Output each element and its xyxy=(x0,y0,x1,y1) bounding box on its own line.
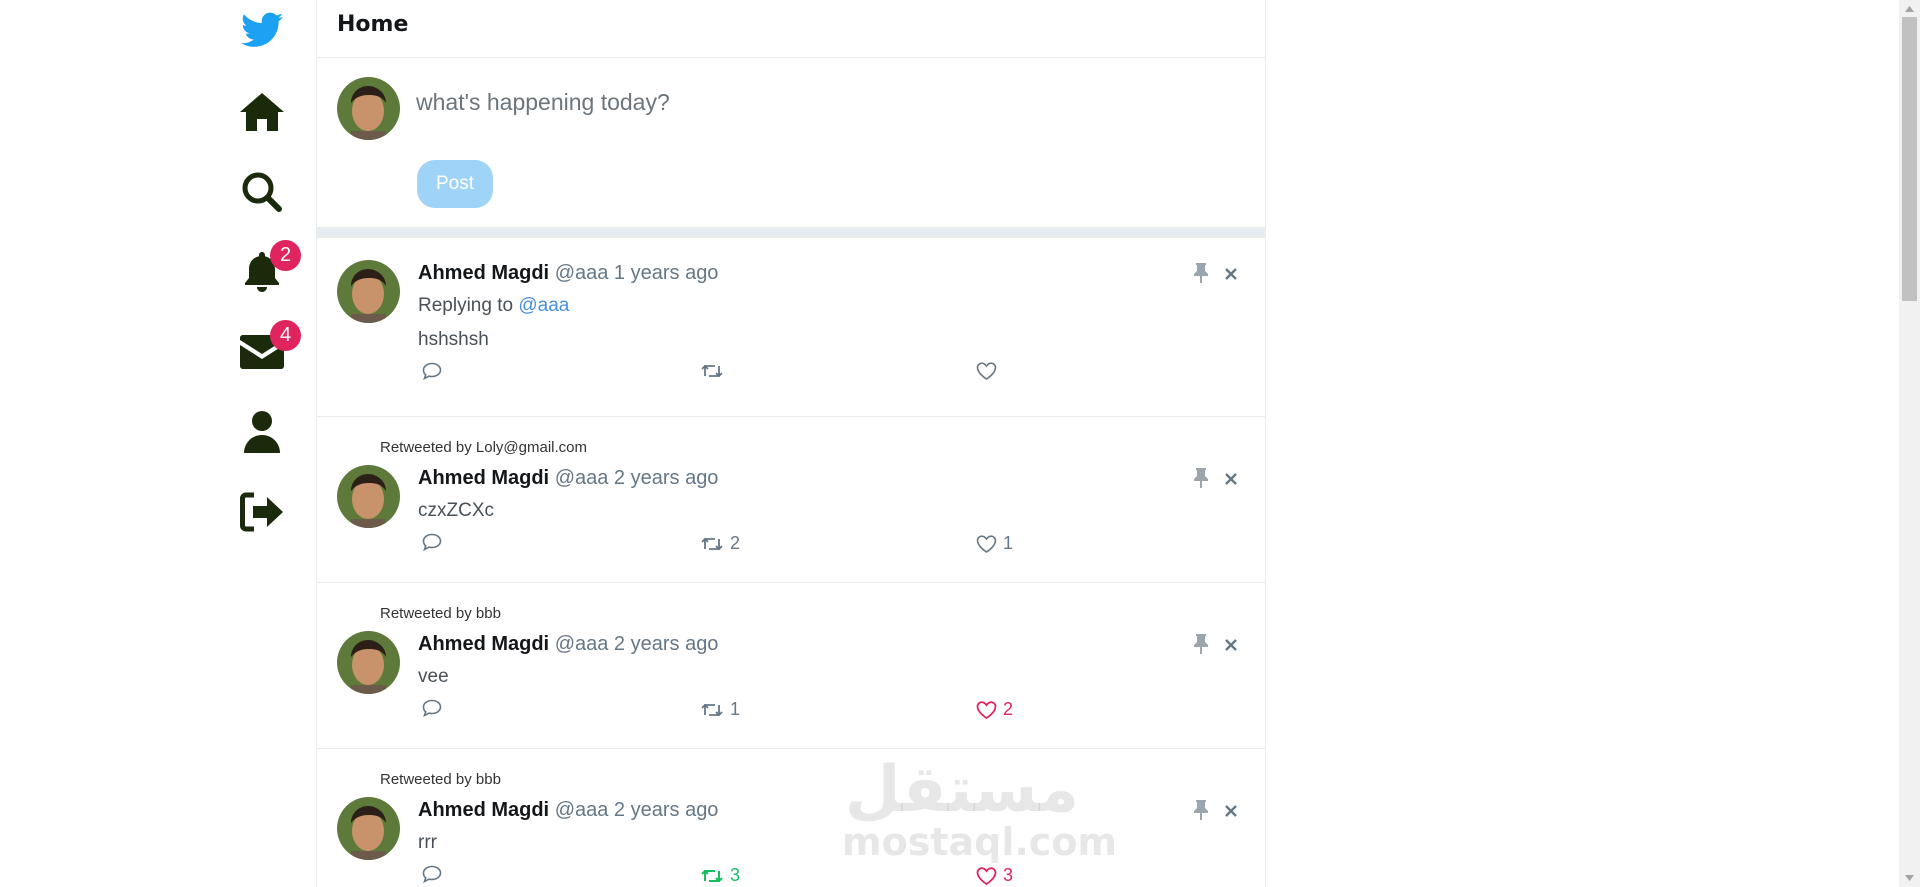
replying-to-link[interactable]: @aaa xyxy=(518,295,569,316)
replying-to: Replying to @aaa xyxy=(418,295,569,317)
nav-notifications[interactable]: 2 xyxy=(234,240,301,300)
heart-icon xyxy=(976,700,997,719)
tweet-time: 2 years ago xyxy=(613,799,719,821)
author-name[interactable]: Ahmed Magdi xyxy=(418,262,549,284)
notifications-badge: 2 xyxy=(270,240,301,271)
scroll-thumb[interactable] xyxy=(1902,17,1917,301)
heart-icon xyxy=(976,534,997,553)
author-handle: @aaa xyxy=(554,799,609,821)
author-handle: @aaa xyxy=(554,467,609,489)
comment-button[interactable] xyxy=(422,699,442,717)
retweeted-by: Retweeted by bbb xyxy=(380,771,501,788)
sign-out-icon xyxy=(240,492,283,532)
comment-icon xyxy=(422,533,442,551)
like-button[interactable]: 3 xyxy=(976,865,1013,886)
retweet-count: 1 xyxy=(730,699,741,719)
retweet-icon xyxy=(701,364,723,378)
tweet-time: 2 years ago xyxy=(613,467,719,489)
pin-icon[interactable] xyxy=(1191,263,1211,283)
avatar xyxy=(337,797,400,860)
like-count: 1 xyxy=(1003,533,1014,553)
close-icon[interactable] xyxy=(1221,801,1241,821)
like-count: 3 xyxy=(1003,865,1014,885)
page-scrollbar[interactable] xyxy=(1899,0,1920,887)
comment-icon xyxy=(422,699,442,717)
page-title: Home xyxy=(337,12,409,37)
retweet-icon xyxy=(701,869,723,882)
tweet-item[interactable]: Retweeted by bbb Ahmed Magdi @aaa 2 year… xyxy=(317,749,1265,887)
tweet-content: rrr xyxy=(418,832,437,853)
author-name[interactable]: Ahmed Magdi xyxy=(418,799,549,821)
retweet-button[interactable]: 2 xyxy=(700,533,740,554)
post-button[interactable]: Post xyxy=(417,160,493,208)
twitter-logo-icon[interactable] xyxy=(234,2,290,58)
nav-search[interactable] xyxy=(234,164,290,220)
tweet-header: Ahmed Magdi @aaa 2 years ago xyxy=(418,799,718,822)
replying-prefix: Replying to xyxy=(418,295,514,316)
tweet-item[interactable]: Retweeted by bbb Ahmed Magdi @aaa 2 year… xyxy=(317,583,1265,749)
tweet-time: 1 years ago xyxy=(613,262,719,284)
author-name[interactable]: Ahmed Magdi xyxy=(418,633,549,655)
tweet-item[interactable]: Ahmed Magdi @aaa 1 years ago Replying to… xyxy=(317,238,1265,417)
search-icon xyxy=(242,172,282,212)
nav-profile[interactable] xyxy=(234,404,290,460)
heart-icon xyxy=(976,866,997,885)
like-count: 2 xyxy=(1003,699,1014,719)
compose-box: Post xyxy=(317,58,1265,227)
avatar xyxy=(337,465,400,528)
comment-icon xyxy=(422,362,442,380)
tweet-content: czxZCXc xyxy=(418,500,494,521)
retweet-button[interactable] xyxy=(700,362,724,380)
home-icon xyxy=(240,93,284,131)
title-bar: Home xyxy=(317,0,1265,58)
compose-input[interactable] xyxy=(416,80,1236,124)
nav-logout[interactable] xyxy=(234,484,290,540)
retweeted-by: Retweeted by Loly@gmail.com xyxy=(380,439,587,456)
main-timeline: Home Post Ahmed Magdi @aaa 1 years ago R… xyxy=(316,0,1266,887)
nav-messages[interactable]: 4 xyxy=(234,320,301,380)
close-icon[interactable] xyxy=(1221,264,1241,284)
comment-button[interactable] xyxy=(422,362,442,380)
like-button[interactable]: 2 xyxy=(976,699,1013,720)
close-icon[interactable] xyxy=(1221,635,1241,655)
like-button[interactable]: 1 xyxy=(976,533,1013,554)
retweet-icon xyxy=(701,703,723,716)
tweet-content: vee xyxy=(418,666,449,687)
pin-icon[interactable] xyxy=(1191,468,1211,488)
nav-home[interactable] xyxy=(234,84,290,140)
pin-icon[interactable] xyxy=(1191,634,1211,654)
retweet-count: 2 xyxy=(730,533,741,553)
heart-icon xyxy=(976,362,997,380)
avatar xyxy=(337,631,400,694)
tweet-time: 2 years ago xyxy=(613,633,719,655)
scroll-down-arrow-icon[interactable] xyxy=(1904,873,1915,883)
avatar xyxy=(337,260,400,323)
retweet-button[interactable]: 3 xyxy=(700,865,740,886)
author-handle: @aaa xyxy=(554,262,609,284)
sidebar-nav: 2 4 xyxy=(0,0,316,887)
tweet-header: Ahmed Magdi @aaa 2 years ago xyxy=(418,467,718,490)
retweet-count: 3 xyxy=(730,865,741,885)
retweeted-by: Retweeted by bbb xyxy=(380,605,501,622)
comment-icon xyxy=(422,865,442,883)
section-divider xyxy=(317,227,1265,238)
scroll-up-arrow-icon[interactable] xyxy=(1904,4,1915,14)
avatar xyxy=(337,77,400,140)
retweet-icon xyxy=(701,537,723,550)
messages-badge: 4 xyxy=(270,320,301,351)
comment-button[interactable] xyxy=(422,533,442,551)
author-name[interactable]: Ahmed Magdi xyxy=(418,467,549,489)
close-icon[interactable] xyxy=(1221,469,1241,489)
author-handle: @aaa xyxy=(554,633,609,655)
retweet-button[interactable]: 1 xyxy=(700,699,740,720)
tweet-header: Ahmed Magdi @aaa 1 years ago xyxy=(418,262,718,285)
pin-icon[interactable] xyxy=(1191,800,1211,820)
tweet-item[interactable]: Retweeted by Loly@gmail.com Ahmed Magdi … xyxy=(317,417,1265,583)
comment-button[interactable] xyxy=(422,865,442,883)
tweet-header: Ahmed Magdi @aaa 2 years ago xyxy=(418,633,718,656)
tweet-content: hshshsh xyxy=(418,329,489,350)
user-icon xyxy=(244,411,280,453)
like-button[interactable] xyxy=(976,362,997,380)
